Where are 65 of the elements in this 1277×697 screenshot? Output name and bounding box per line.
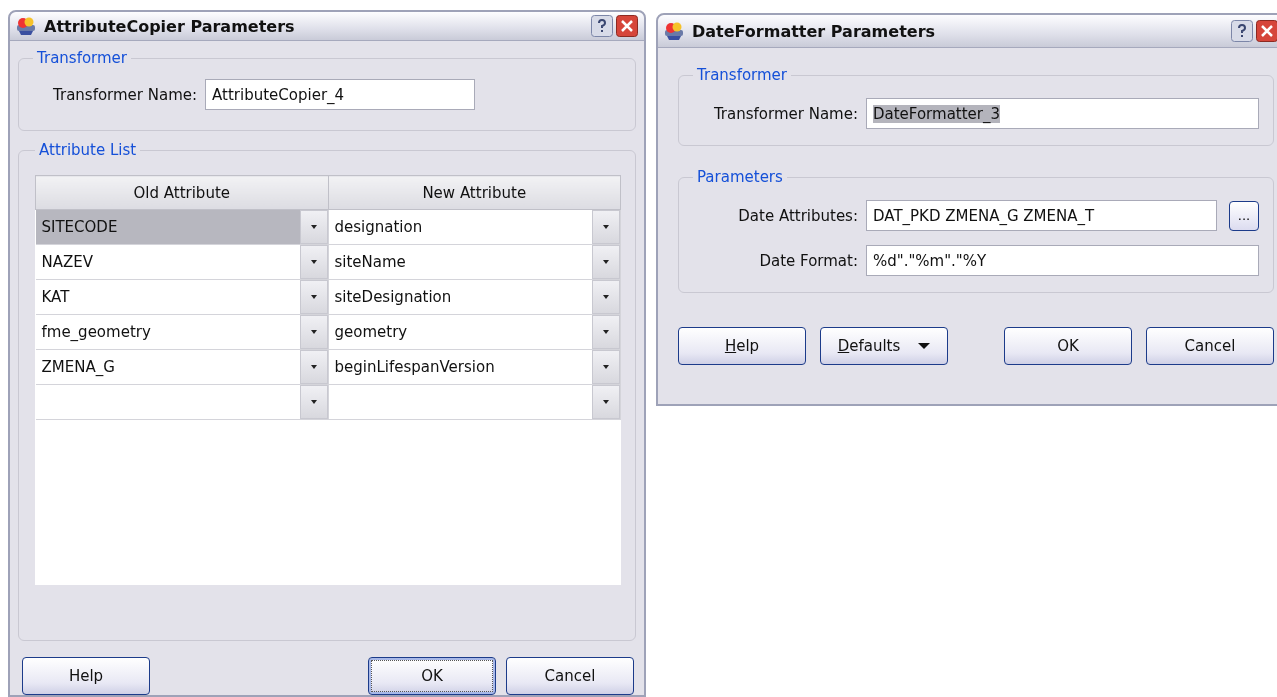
group-title: Transformer bbox=[36, 49, 128, 67]
dropdown-button[interactable] bbox=[299, 315, 328, 349]
push-button[interactable]: Cancel bbox=[506, 657, 634, 695]
group-title: Attribute List bbox=[38, 141, 138, 159]
caret-icon bbox=[309, 259, 318, 265]
field-label: Transformer Name: bbox=[53, 85, 199, 104]
table-cell[interactable]: designation bbox=[328, 210, 592, 244]
dropdown-button[interactable] bbox=[299, 350, 328, 384]
table-cell[interactable]: geometry bbox=[328, 315, 592, 349]
caret-icon bbox=[309, 399, 318, 405]
table-cell[interactable]: siteName bbox=[328, 245, 592, 279]
caret-icon bbox=[602, 329, 610, 335]
close-icon[interactable] bbox=[1256, 20, 1277, 42]
dropdown-button[interactable] bbox=[592, 210, 620, 244]
group-title: Parameters bbox=[696, 168, 784, 186]
dropdown-button[interactable] bbox=[299, 280, 328, 314]
table-cell[interactable]: fme_geometry bbox=[35, 315, 300, 349]
field-label: Transformer Name: bbox=[712, 104, 859, 123]
table-cell[interactable]: ZMENA_G bbox=[35, 350, 300, 384]
field-label: Date Attributes: bbox=[737, 206, 859, 225]
field-label: Date Format: bbox=[758, 251, 859, 270]
push-button[interactable]: Cancel bbox=[1146, 327, 1274, 365]
group-title: Transformer bbox=[696, 66, 788, 84]
close-icon[interactable] bbox=[616, 15, 638, 37]
column-header: Old Attribute bbox=[35, 175, 328, 210]
window-title: AttributeCopier Parameters bbox=[44, 16, 296, 36]
caret-icon bbox=[918, 343, 931, 349]
dropdown-button[interactable] bbox=[592, 245, 620, 279]
dropdown-button[interactable] bbox=[592, 315, 620, 349]
dropdown-button[interactable] bbox=[592, 280, 620, 314]
table-cell[interactable]: KAT bbox=[35, 280, 300, 314]
caret-icon bbox=[602, 294, 610, 300]
dropdown-button[interactable] bbox=[299, 245, 328, 279]
window-title: DateFormatter Parameters bbox=[692, 21, 937, 41]
push-button[interactable]: OK bbox=[1004, 327, 1132, 365]
caret-icon bbox=[602, 364, 610, 370]
table-cell[interactable]: siteDesignation bbox=[328, 280, 592, 314]
help-icon[interactable] bbox=[1231, 20, 1253, 42]
input-field[interactable]: DAT_PKD ZMENA_G ZMENA_T bbox=[866, 200, 1217, 231]
caret-icon bbox=[602, 259, 610, 265]
caret-icon bbox=[309, 364, 318, 370]
table-cell[interactable]: SITECODE bbox=[35, 210, 300, 244]
push-button[interactable]: Help bbox=[678, 327, 806, 365]
table-cell[interactable]: beginLifespanVersion bbox=[328, 350, 592, 384]
push-button[interactable]: Help bbox=[22, 657, 150, 695]
input-field[interactable]: %d"."%m"."%Y bbox=[866, 245, 1259, 276]
caret-icon bbox=[602, 399, 610, 405]
caret-icon bbox=[309, 329, 318, 335]
column-header: New Attribute bbox=[328, 175, 621, 210]
caret-icon bbox=[602, 224, 610, 230]
help-icon[interactable] bbox=[591, 15, 613, 37]
input-field[interactable]: DateFormatter_3 bbox=[866, 98, 1259, 129]
caret-icon bbox=[309, 294, 318, 300]
dropdown-button[interactable] bbox=[592, 350, 620, 384]
browse-button[interactable]: ... bbox=[1229, 200, 1259, 231]
dropdown-button[interactable] bbox=[299, 210, 328, 244]
caret-icon bbox=[309, 224, 318, 230]
app-icon bbox=[664, 21, 686, 41]
push-button[interactable]: Defaults bbox=[820, 327, 948, 365]
table-cell[interactable]: NAZEV bbox=[35, 245, 300, 279]
app-icon bbox=[16, 16, 38, 36]
input-field[interactable]: AttributeCopier_4 bbox=[205, 79, 476, 110]
dropdown-button[interactable] bbox=[299, 385, 328, 419]
dropdown-button[interactable] bbox=[592, 385, 620, 419]
push-button[interactable]: OK bbox=[368, 657, 496, 695]
